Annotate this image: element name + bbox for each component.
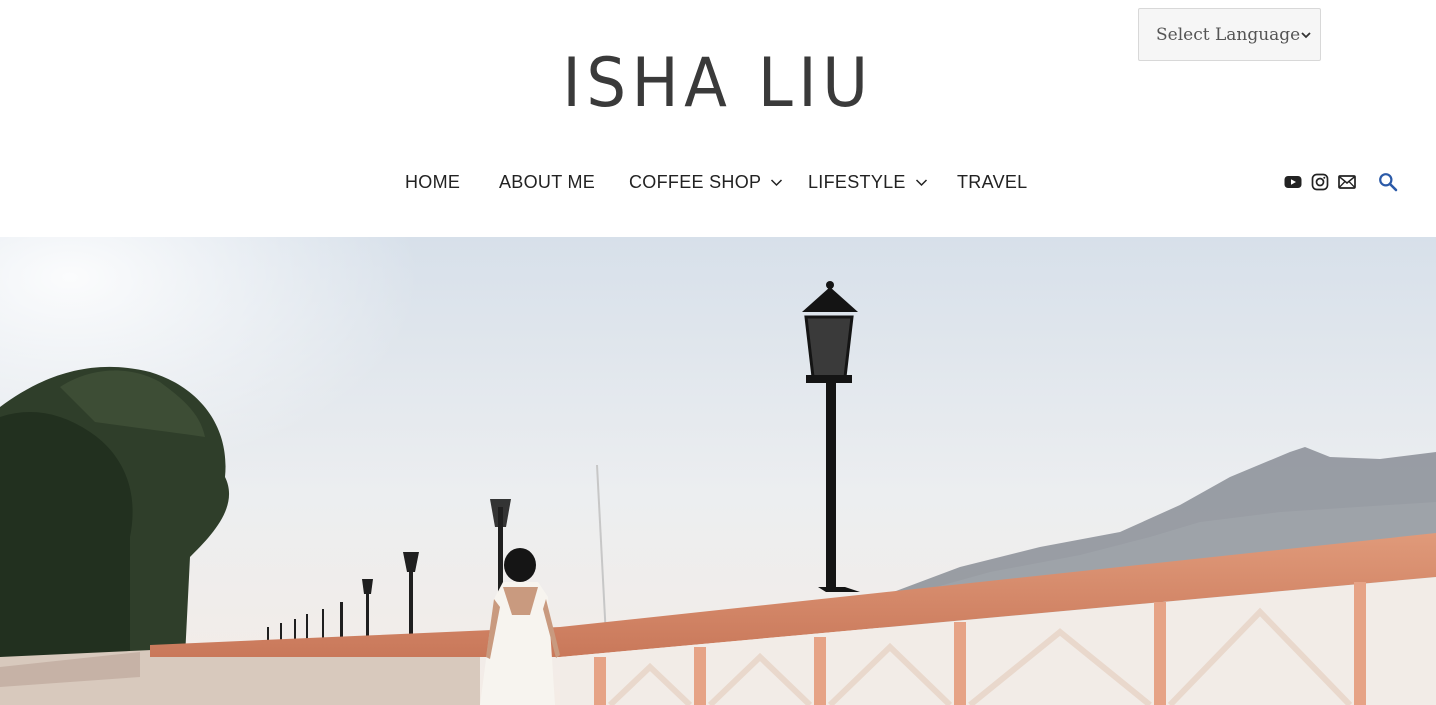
chevron-down-icon (771, 178, 783, 186)
nav-item-label: LIFESTYLE (808, 171, 906, 192)
search-icon[interactable] (1378, 172, 1398, 192)
nav-item-lifestyle[interactable]: LIFESTYLE (808, 170, 928, 194)
main-nav: HOME ABOUT ME COFFEE SHOP LIFESTYLE TRAV… (0, 170, 1436, 194)
nav-item-coffee-shop[interactable]: COFFEE SHOP (629, 170, 783, 194)
site-title[interactable]: ISHA LIU (57, 42, 1378, 126)
youtube-icon[interactable] (1284, 173, 1302, 191)
nav-item-travel[interactable]: TRAVEL (957, 170, 1028, 194)
instagram-icon[interactable] (1311, 173, 1329, 191)
nav-item-home[interactable]: HOME (405, 170, 460, 194)
chevron-down-icon (915, 178, 927, 186)
nav-item-label: HOME (405, 171, 461, 192)
hero-illustration (0, 237, 1436, 705)
chevron-down-icon (1301, 32, 1311, 39)
site-title-text: ISHA LIU (562, 44, 874, 123)
nav-item-label: COFFEE SHOP (629, 171, 762, 192)
nav-item-about-me[interactable]: ABOUT ME (499, 170, 595, 194)
email-icon[interactable] (1338, 173, 1356, 191)
hero-image (0, 237, 1436, 705)
nav-item-label: TRAVEL (957, 171, 1028, 192)
nav-item-label: ABOUT ME (499, 171, 596, 192)
